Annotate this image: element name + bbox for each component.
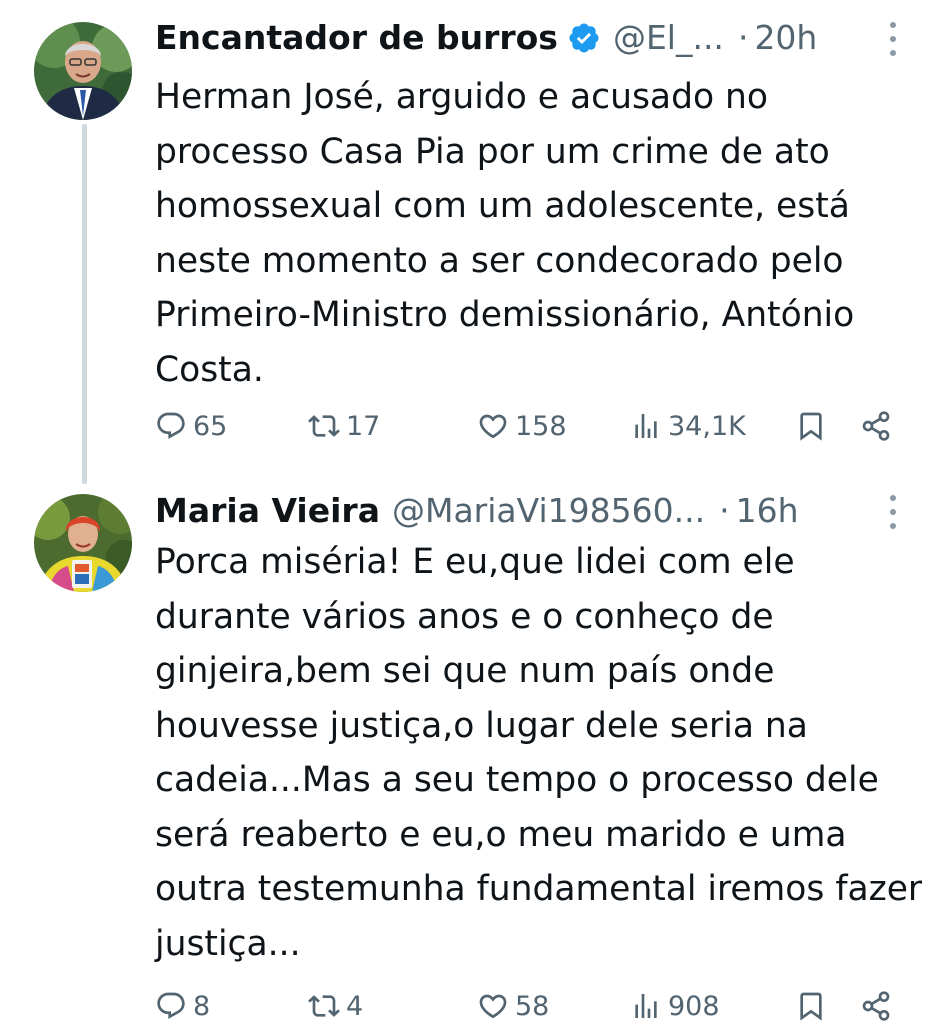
retweet-button[interactable]: 17: [308, 404, 380, 448]
retweet-button[interactable]: 4: [308, 984, 363, 1028]
author-handle[interactable]: @El_...: [613, 16, 724, 60]
tweet-text: Herman José, arguido e acusado no proces…: [155, 77, 855, 390]
like-count: 58: [515, 990, 550, 1022]
more-icon[interactable]: [885, 495, 901, 529]
retweet-count: 17: [346, 410, 381, 442]
reply-icon: [157, 412, 185, 439]
tweet[interactable]: Maria Vieira @MariaVi198560... · 16h Por…: [0, 478, 943, 1024]
reply-button[interactable]: 65: [155, 404, 227, 448]
tweet-header: Encantador de burros @El_... · 20h: [155, 16, 923, 60]
tweet[interactable]: Encantador de burros @El_... · 20h Herma…: [0, 0, 943, 470]
share-icon: [862, 411, 890, 441]
like-icon: [479, 414, 507, 439]
like-button[interactable]: 58: [477, 984, 549, 1028]
separator-dot: ·: [737, 18, 749, 57]
retweet-icon: [308, 415, 340, 437]
views-count: 908: [668, 990, 720, 1022]
reply-icon: [157, 992, 185, 1019]
bookmark-icon: [800, 992, 822, 1021]
like-icon: [479, 994, 507, 1019]
bookmark-icon: [800, 412, 822, 441]
author-name[interactable]: Maria Vieira: [155, 489, 380, 533]
like-button[interactable]: 158: [477, 404, 567, 448]
like-count: 158: [515, 410, 567, 442]
tweet-header: Maria Vieira @MariaVi198560... · 16h: [155, 489, 923, 533]
tweet-text: Porca miséria! E eu,que lidei com ele du…: [155, 542, 923, 964]
retweet-count: 4: [346, 990, 364, 1022]
timestamp[interactable]: 20h: [754, 16, 817, 60]
avatar[interactable]: [34, 494, 132, 592]
views-button[interactable]: 908: [630, 984, 720, 1028]
bookmark-button[interactable]: [795, 404, 827, 448]
reply-button[interactable]: 8: [155, 984, 210, 1028]
tweet-actions: 8 4 58 908: [155, 984, 903, 1028]
share-button[interactable]: [860, 984, 892, 1028]
views-button[interactable]: 34,1K: [630, 404, 746, 448]
bookmark-button[interactable]: [795, 984, 827, 1028]
share-button[interactable]: [860, 404, 892, 448]
verified-badge-icon: [567, 21, 601, 55]
views-count: 34,1K: [668, 410, 746, 442]
separator-dot: ·: [719, 491, 730, 530]
avatar[interactable]: [34, 22, 132, 120]
tweet-actions: 65 17 158 34,1K: [155, 404, 903, 448]
more-icon[interactable]: [885, 22, 901, 56]
views-icon: [635, 994, 657, 1018]
share-icon: [862, 991, 890, 1021]
timestamp[interactable]: 16h: [736, 489, 799, 533]
author-handle[interactable]: @MariaVi198560...: [392, 489, 705, 533]
reply-count: 65: [193, 410, 228, 442]
retweet-icon: [308, 995, 340, 1017]
author-name[interactable]: Encantador de burros: [155, 16, 558, 60]
views-icon: [635, 414, 657, 438]
reply-count: 8: [193, 990, 211, 1022]
